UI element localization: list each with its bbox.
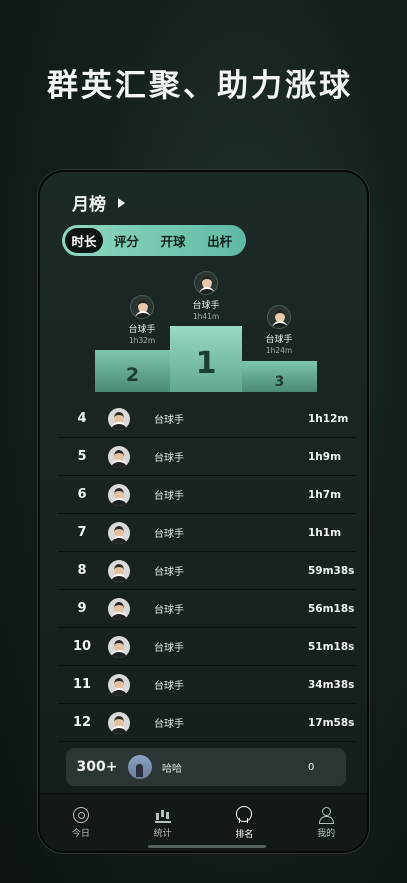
board-selector[interactable]: 月榜 xyxy=(72,190,125,215)
phone-frame: 月榜 时长 评分 开球 出杆 台球手 1h32m 台球手 1h41m 台球手 1… xyxy=(38,170,369,853)
list-item[interactable]: 9 台球手 56m18s xyxy=(58,590,356,628)
podium-second-rank: 2 xyxy=(125,364,140,386)
tab-duration[interactable]: 时长 xyxy=(65,228,103,253)
my-rank-card[interactable]: 300+ 哈哈 0 xyxy=(66,748,346,786)
avatar xyxy=(267,305,291,329)
podium-block-third: 3 xyxy=(242,361,317,392)
player-name: 台球手 xyxy=(154,491,184,502)
player-name: 台球手 xyxy=(154,415,184,426)
rank-number: 7 xyxy=(77,525,87,540)
player-duration: 51m18s xyxy=(308,640,355,653)
avatar xyxy=(108,559,130,582)
avatar xyxy=(108,521,130,544)
player-name: 台球手 xyxy=(154,681,184,692)
podium-third-name: 台球手 xyxy=(265,335,293,345)
player-name: 台球手 xyxy=(154,529,184,540)
list-item[interactable]: 12 台球手 17m58s xyxy=(58,704,356,742)
player-duration: 59m38s xyxy=(308,564,355,577)
player-name: 台球手 xyxy=(154,719,184,730)
list-item[interactable]: 7 台球手 1h1m xyxy=(58,514,356,552)
podium-block-first: 1 xyxy=(170,326,242,392)
bar-chart-icon xyxy=(154,807,171,823)
avatar xyxy=(108,597,130,620)
tab-break[interactable]: 开球 xyxy=(150,228,197,253)
medal-icon xyxy=(236,805,253,823)
player-duration: 1h7m xyxy=(308,488,342,501)
list-item[interactable]: 6 台球手 1h7m xyxy=(58,476,356,514)
tabbar-ranking[interactable]: 排名 xyxy=(204,794,286,851)
record-icon xyxy=(72,806,89,823)
list-item[interactable]: 11 台球手 34m38s xyxy=(58,666,356,704)
podium-second-name: 台球手 xyxy=(128,325,156,335)
player-name: 台球手 xyxy=(154,567,184,578)
tabbar-today[interactable]: 今日 xyxy=(40,794,122,851)
player-duration: 56m18s xyxy=(308,602,355,615)
rank-number: 4 xyxy=(77,411,87,426)
avatar xyxy=(108,635,130,658)
rank-number: 11 xyxy=(72,677,92,692)
my-rank-number: 300+ xyxy=(76,759,118,775)
podium-first-player[interactable]: 台球手 1h41m xyxy=(168,271,244,321)
tabbar-label: 排名 xyxy=(235,829,254,840)
player-duration: 17m58s xyxy=(308,716,355,729)
page-headline: 群英汇聚、助力涨球 xyxy=(47,68,353,104)
tabbar-label: 统计 xyxy=(153,828,172,839)
bottom-tab-bar: 今日 统计 排名 我的 xyxy=(40,793,367,851)
player-duration: 34m38s xyxy=(308,678,355,691)
avatar xyxy=(108,445,130,468)
list-item[interactable]: 10 台球手 51m18s xyxy=(58,628,356,666)
list-item[interactable]: 4 台球手 1h12m xyxy=(58,400,356,438)
rank-number: 6 xyxy=(77,487,87,502)
avatar xyxy=(130,295,154,319)
list-item[interactable]: 8 台球手 59m38s xyxy=(58,552,356,590)
ranking-list: 4 台球手 1h12m 5 台球手 1h9m 6 台球手 1h7m 7 台球手 … xyxy=(58,400,356,742)
avatar xyxy=(108,407,130,430)
avatar xyxy=(194,271,218,295)
podium-third-duration: 1h24m xyxy=(265,346,293,355)
tabbar-me[interactable]: 我的 xyxy=(285,794,367,851)
podium-first-rank: 1 xyxy=(195,345,217,381)
podium-first-name: 台球手 xyxy=(192,301,220,311)
podium-third-player[interactable]: 台球手 1h24m xyxy=(241,305,317,355)
avatar xyxy=(108,673,130,696)
rank-number: 5 xyxy=(77,449,87,464)
list-item[interactable]: 5 台球手 1h9m xyxy=(58,438,356,476)
rank-number: 12 xyxy=(72,715,92,730)
podium-first-duration: 1h41m xyxy=(192,312,220,321)
player-duration: 1h12m xyxy=(308,412,349,425)
podium-third-rank: 3 xyxy=(274,373,285,390)
tabbar-stats[interactable]: 统计 xyxy=(122,794,204,851)
rank-number: 8 xyxy=(77,563,87,578)
board-title: 月榜 xyxy=(72,195,106,215)
player-name: 台球手 xyxy=(154,605,184,616)
avatar xyxy=(108,483,130,506)
tabbar-label: 我的 xyxy=(317,828,336,839)
avatar xyxy=(108,711,130,734)
triangle-right-icon[interactable] xyxy=(118,197,125,208)
player-name: 台球手 xyxy=(154,643,184,654)
podium-second-duration: 1h32m xyxy=(128,336,156,345)
podium: 台球手 1h32m 台球手 1h41m 台球手 1h24m 2 1 3 xyxy=(95,268,319,400)
tab-shots[interactable]: 出杆 xyxy=(196,228,243,253)
category-tabs: 时长 评分 开球 出杆 xyxy=(62,225,246,256)
tabbar-label: 今日 xyxy=(71,828,90,839)
my-name: 哈哈 xyxy=(162,763,182,775)
podium-block-second: 2 xyxy=(95,350,170,392)
my-duration: 0 xyxy=(308,761,315,773)
rank-number: 9 xyxy=(77,601,87,616)
player-name: 台球手 xyxy=(154,453,184,464)
player-duration: 1h9m xyxy=(308,450,342,463)
home-indicator xyxy=(148,845,266,848)
rank-number: 10 xyxy=(72,639,92,654)
user-icon xyxy=(318,806,335,824)
player-duration: 1h1m xyxy=(308,526,342,539)
tab-score[interactable]: 评分 xyxy=(103,228,150,253)
avatar xyxy=(128,755,152,779)
